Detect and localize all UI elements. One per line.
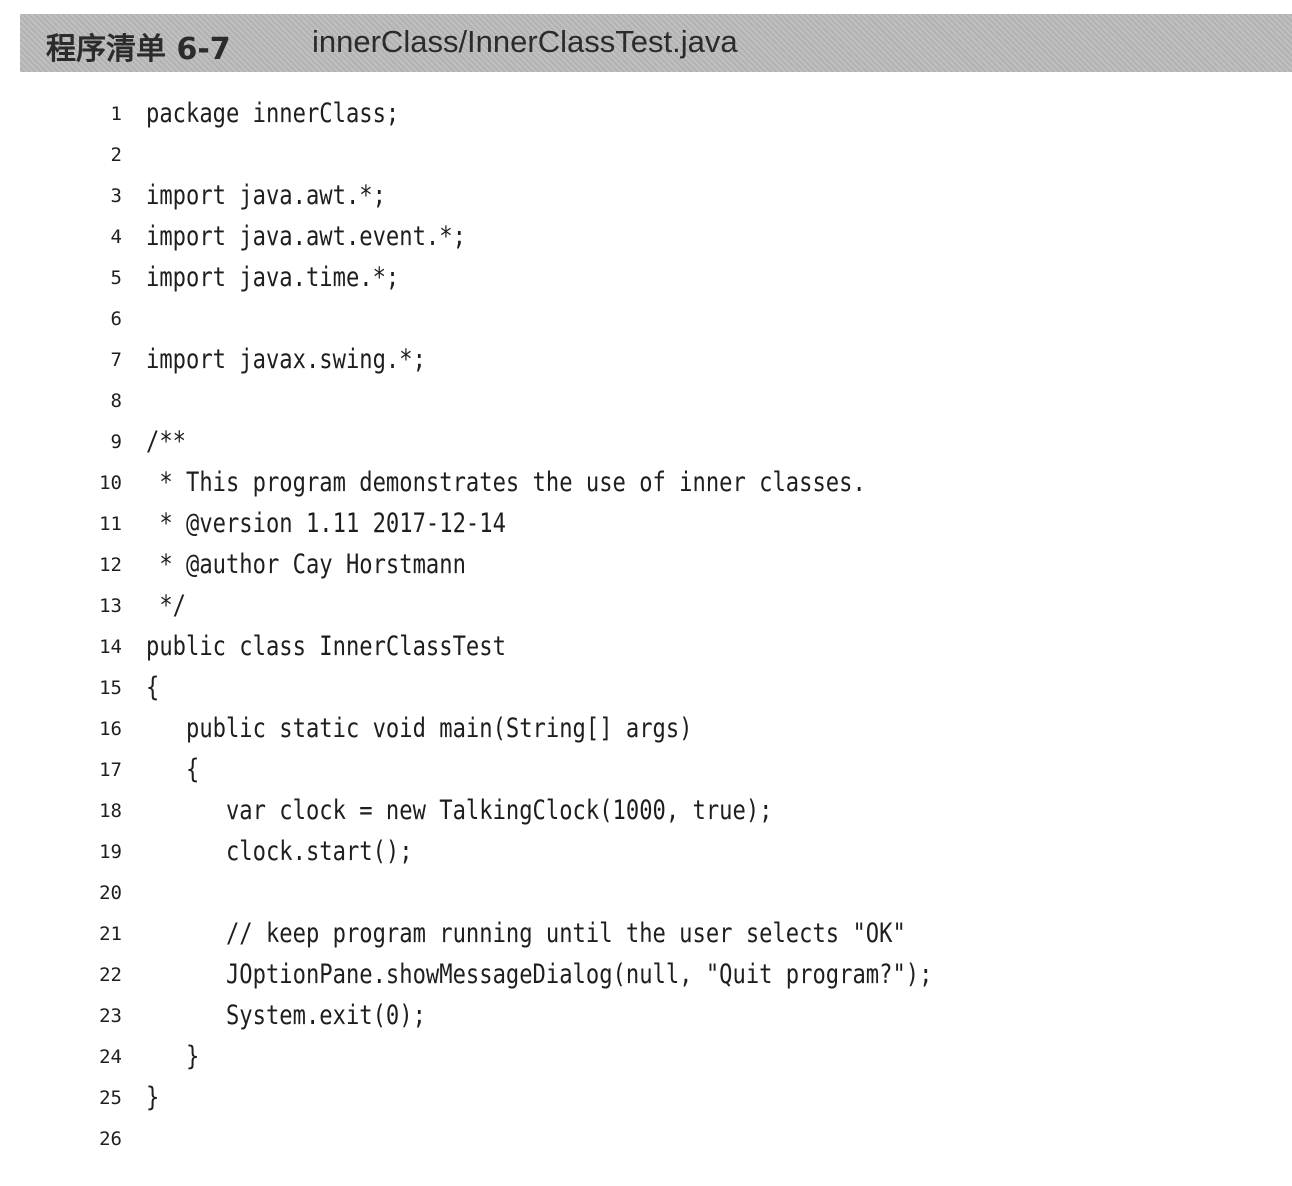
code-text: { [146, 672, 160, 703]
code-line: 17 { [0, 751, 1292, 792]
code-text: System.exit(0); [146, 1000, 426, 1031]
code-text: public class InnerClassTest [146, 631, 506, 662]
code-text: * @version 1.11 2017-12-14 [146, 508, 506, 539]
code-text: var clock = new TalkingClock(1000, true)… [146, 795, 773, 826]
line-number: 23 [99, 1005, 122, 1027]
line-number: 9 [110, 431, 122, 453]
code-line: 9 /** [0, 423, 1292, 464]
code-text: } [146, 1041, 200, 1072]
code-line: 6 [0, 300, 1292, 341]
code-text: { [146, 754, 200, 785]
line-number: 17 [99, 759, 122, 781]
code-line: 10 * This program demonstrates the use o… [0, 464, 1292, 505]
code-line: 23 System.exit(0); [0, 997, 1292, 1038]
line-number: 16 [99, 718, 122, 740]
line-number: 21 [99, 923, 122, 945]
line-number: 1 [110, 103, 122, 125]
code-line: 26 [0, 1120, 1292, 1161]
line-number: 19 [99, 841, 122, 863]
code-line: 4 import java.awt.event.*; [0, 218, 1292, 259]
code-line: 7 import javax.swing.*; [0, 341, 1292, 382]
code-text: JOptionPane.showMessageDialog(null, "Qui… [146, 959, 933, 990]
line-number: 5 [110, 267, 122, 289]
line-number: 6 [110, 308, 122, 330]
code-line: 3 import java.awt.*; [0, 177, 1292, 218]
line-number: 12 [99, 554, 122, 576]
code-line: 15 { [0, 669, 1292, 710]
line-number: 4 [110, 226, 122, 248]
listing-title-bar: 程序清单 6-7 innerClass/InnerClassTest.java [20, 14, 1292, 72]
code-line: 8 [0, 382, 1292, 423]
code-text: } [146, 1082, 160, 1113]
code-line: 24 } [0, 1038, 1292, 1079]
line-number: 13 [99, 595, 122, 617]
line-number: 24 [99, 1046, 122, 1068]
line-number: 3 [110, 185, 122, 207]
line-number: 7 [110, 349, 122, 371]
code-line: 22 JOptionPane.showMessageDialog(null, "… [0, 956, 1292, 997]
code-line: 18 var clock = new TalkingClock(1000, tr… [0, 792, 1292, 833]
code-line: 1 package innerClass; [0, 95, 1292, 136]
code-text: public static void main(String[] args) [146, 713, 693, 744]
line-number: 25 [99, 1087, 122, 1109]
line-number: 14 [99, 636, 122, 658]
line-number: 10 [99, 472, 122, 494]
line-number: 20 [99, 882, 122, 904]
code-text: import java.time.*; [146, 262, 400, 293]
code-text: package innerClass; [146, 98, 400, 129]
line-number: 11 [99, 513, 122, 535]
listing-file-path: innerClass/InnerClassTest.java [312, 24, 738, 59]
code-text: import javax.swing.*; [146, 344, 426, 375]
code-line: 5 import java.time.*; [0, 259, 1292, 300]
code-text: clock.start(); [146, 836, 413, 867]
code-text: /** [146, 426, 187, 457]
code-line: 12 * @author Cay Horstmann [0, 546, 1292, 587]
code-line: 20 [0, 874, 1292, 915]
line-number: 18 [99, 800, 122, 822]
code-line: 21 // keep program running until the use… [0, 915, 1292, 956]
code-text: * @author Cay Horstmann [146, 549, 466, 580]
code-line: 11 * @version 1.11 2017-12-14 [0, 505, 1292, 546]
code-text: import java.awt.event.*; [146, 221, 466, 252]
line-number: 26 [99, 1128, 122, 1150]
code-line: 25} [0, 1079, 1292, 1120]
code-text: import java.awt.*; [146, 180, 386, 211]
code-line: 13 */ [0, 587, 1292, 628]
code-line: 16 public static void main(String[] args… [0, 710, 1292, 751]
code-line: 2 [0, 136, 1292, 177]
line-number: 15 [99, 677, 122, 699]
listing-label: 程序清单 6-7 [46, 32, 231, 67]
line-number: 22 [99, 964, 122, 986]
code-text: // keep program running until the user s… [146, 918, 906, 949]
line-number: 2 [110, 144, 122, 166]
line-number: 8 [110, 390, 122, 412]
code-text: * This program demonstrates the use of i… [146, 467, 866, 498]
code-line: 14 public class InnerClassTest [0, 628, 1292, 669]
code-line: 19 clock.start(); [0, 833, 1292, 874]
code-text: */ [146, 590, 187, 621]
